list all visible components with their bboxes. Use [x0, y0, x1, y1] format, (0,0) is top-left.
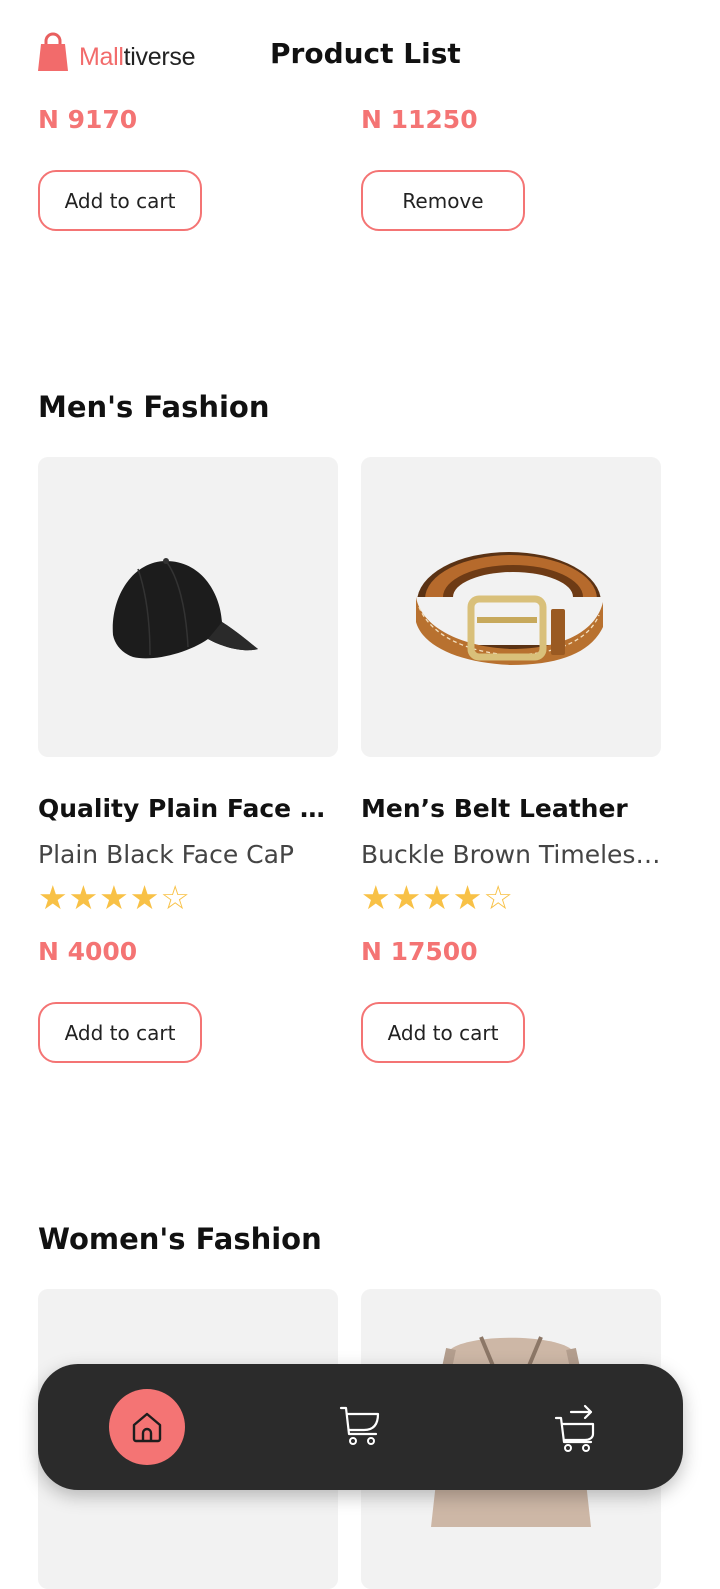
black-cap-image	[112, 558, 258, 659]
remove-button[interactable]: Remove	[361, 170, 525, 231]
product-price: N 4000	[38, 937, 138, 966]
product-name[interactable]: Men’s Belt Leather	[361, 793, 661, 825]
product-description: Buckle Brown Timeless Belt	[361, 840, 661, 869]
product-image-cap[interactable]	[38, 457, 338, 757]
page-title: Product List	[270, 37, 461, 70]
logo-text-tiverse: tiverse	[123, 43, 196, 71]
star-rating: ★★★★☆	[38, 878, 191, 917]
checkout-cart-icon[interactable]	[553, 1402, 597, 1454]
add-to-cart-button[interactable]: Add to cart	[361, 1002, 525, 1063]
shopping-bag-icon	[38, 32, 68, 71]
app-header: Malltiverse Product List	[0, 0, 720, 100]
section-title-mens-fashion: Men's Fashion	[38, 390, 270, 424]
cart-icon[interactable]	[338, 1404, 382, 1448]
home-icon	[132, 1412, 162, 1443]
product-price: N 17500	[361, 937, 478, 966]
nav-home-button[interactable]	[109, 1389, 185, 1465]
product-price: N 9170	[38, 105, 138, 134]
logo-text-mall: Mall	[79, 43, 124, 71]
product-description: Plain Black Face CaP	[38, 840, 294, 869]
product-price: N 11250	[361, 105, 478, 134]
add-to-cart-button[interactable]: Add to cart	[38, 1002, 202, 1063]
brown-belt-image	[413, 552, 603, 665]
bottom-navigation	[38, 1364, 683, 1490]
star-rating: ★★★★☆	[361, 878, 514, 917]
product-image-belt[interactable]	[361, 457, 661, 757]
section-title-womens-fashion: Women's Fashion	[38, 1222, 322, 1256]
brand-logo[interactable]: Malltiverse	[37, 32, 195, 72]
product-name[interactable]: Quality Plain Face Cap	[38, 793, 338, 825]
add-to-cart-button[interactable]: Add to cart	[38, 170, 202, 231]
